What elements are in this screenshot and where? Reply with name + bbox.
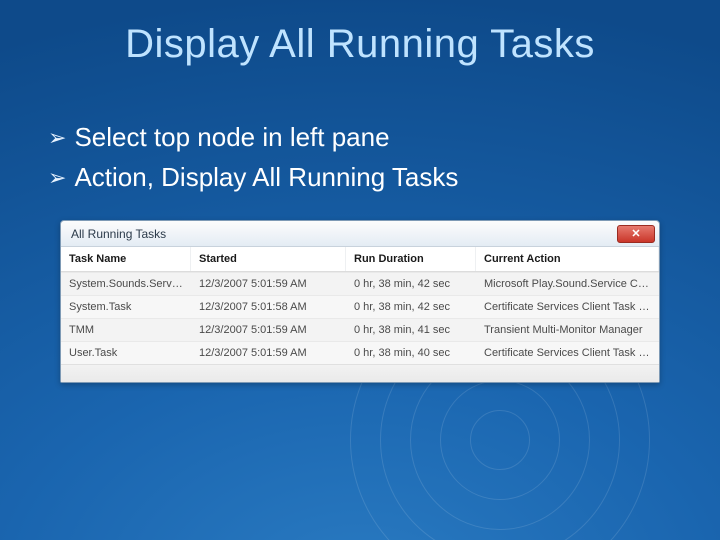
cell-run-duration: 0 hr, 38 min, 41 sec [346, 318, 476, 341]
bullet-text: Action, Display All Running Tasks [74, 158, 458, 197]
table-row[interactable]: System.Task 12/3/2007 5:01:58 AM 0 hr, 3… [61, 295, 659, 318]
cell-run-duration: 0 hr, 38 min, 42 sec [346, 295, 476, 318]
cell-current-action: Certificate Services Client Task Han [476, 341, 659, 364]
bullet-list: ➢ Select top node in left pane ➢ Action,… [48, 118, 672, 197]
window-footer-pad [61, 364, 659, 382]
cell-current-action: Microsoft Play.Sound.Service Class [476, 272, 659, 295]
bullet-item: ➢ Action, Display All Running Tasks [48, 158, 672, 198]
close-button[interactable]: ✕ [617, 225, 655, 243]
table-header-row: Task Name Started Run Duration Current A… [61, 247, 659, 272]
cell-task-name: User.Task [61, 341, 191, 364]
cell-current-action: Transient Multi-Monitor Manager [476, 318, 659, 341]
cell-task-name: System.Sounds.Service [61, 272, 191, 295]
col-current-action[interactable]: Current Action [476, 247, 659, 271]
window-title: All Running Tasks [71, 227, 166, 241]
bullet-item: ➢ Select top node in left pane [48, 118, 672, 158]
cell-started: 12/3/2007 5:01:59 AM [191, 318, 346, 341]
cell-started: 12/3/2007 5:01:59 AM [191, 272, 346, 295]
table-body: System.Sounds.Service 12/3/2007 5:01:59 … [61, 272, 659, 364]
col-run-duration[interactable]: Run Duration [346, 247, 476, 271]
table-row[interactable]: TMM 12/3/2007 5:01:59 AM 0 hr, 38 min, 4… [61, 318, 659, 341]
window-titlebar: All Running Tasks ✕ [61, 221, 659, 247]
bullet-arrow-icon: ➢ [48, 118, 66, 158]
col-started[interactable]: Started [191, 247, 346, 271]
running-tasks-window: All Running Tasks ✕ Task Name Started Ru… [60, 220, 660, 383]
cell-task-name: TMM [61, 318, 191, 341]
slide-title: Display All Running Tasks [0, 22, 720, 67]
cell-current-action: Certificate Services Client Task Han [476, 295, 659, 318]
table-row[interactable]: System.Sounds.Service 12/3/2007 5:01:59 … [61, 272, 659, 295]
cell-started: 12/3/2007 5:01:59 AM [191, 341, 346, 364]
close-icon: ✕ [631, 227, 640, 240]
cell-task-name: System.Task [61, 295, 191, 318]
cell-run-duration: 0 hr, 38 min, 42 sec [346, 272, 476, 295]
cell-started: 12/3/2007 5:01:58 AM [191, 295, 346, 318]
col-task-name[interactable]: Task Name [61, 247, 191, 271]
bullet-arrow-icon: ➢ [48, 158, 66, 198]
table-row[interactable]: User.Task 12/3/2007 5:01:59 AM 0 hr, 38 … [61, 341, 659, 364]
bullet-text: Select top node in left pane [74, 118, 389, 157]
cell-run-duration: 0 hr, 38 min, 40 sec [346, 341, 476, 364]
